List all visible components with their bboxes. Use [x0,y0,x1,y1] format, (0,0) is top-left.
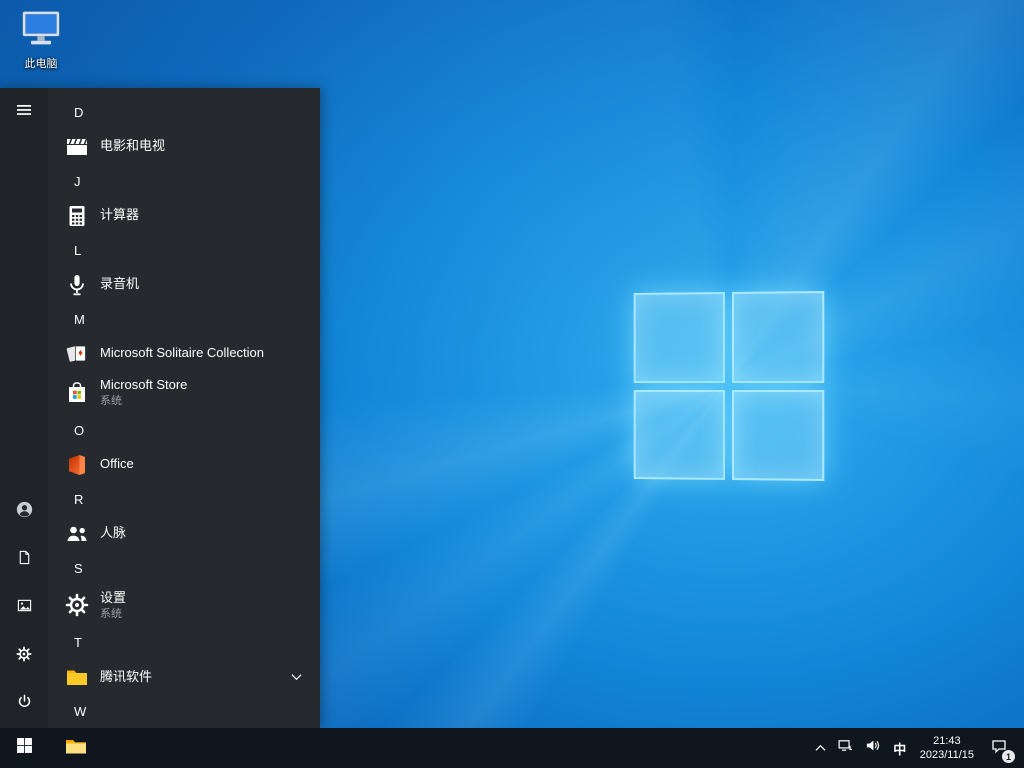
app-item-tencent-folder[interactable]: 腾讯软件 [48,659,320,695]
tray-overflow-button[interactable] [809,728,832,768]
app-label: Microsoft Solitaire Collection [100,345,265,361]
app-label: 计算器 [100,207,140,223]
app-label: 设置 [100,589,127,605]
clock-date: 2023/11/15 [919,749,974,761]
network-button[interactable] [832,728,859,768]
app-sublabel: 系统 [100,607,122,620]
desktop: 此电脑 D 电影和电视 J 计算器 L 录音机 M Microsoft Soli… [0,0,1024,768]
app-group-letter-t[interactable]: T [48,627,320,660]
file-explorer-button[interactable] [54,728,98,768]
start-button[interactable] [0,728,48,768]
app-label: 人脉 [100,525,127,541]
solitaire-icon [64,341,90,367]
app-label: Office [100,456,134,472]
app-group-letter-d[interactable]: D [48,96,320,129]
taskbar: 中 21:43 2023/11/15 1 [0,728,1024,768]
app-item-calculator[interactable]: 计算器 [48,198,320,234]
app-item-movies-tv[interactable]: 电影和电视 [48,129,320,165]
chevron-up-icon [815,739,826,757]
logo-pane [633,389,725,480]
hamburger-icon [16,102,32,123]
account-icon [16,501,33,523]
notification-badge: 1 [1002,750,1015,763]
rail-bottom-group [0,488,48,728]
folder-icon [64,664,90,690]
system-tray: 中 21:43 2023/11/15 1 [809,728,1024,768]
desktop-icon-label: 此电脑 [24,58,58,70]
clock-time: 21:43 [933,735,961,747]
app-item-people[interactable]: 人脉 [48,515,320,551]
app-group-letter-w[interactable]: W [48,696,320,728]
start-menu-app-list: D 电影和电视 J 计算器 L 录音机 M Microsoft Solitair… [48,88,320,728]
app-label: 录音机 [100,276,140,292]
app-group-letter-m[interactable]: M [48,303,320,336]
app-sublabel: 系统 [100,395,122,408]
action-center-button[interactable]: 1 [980,728,1018,768]
documents-icon [17,550,32,570]
app-group-letter-s[interactable]: S [48,552,320,585]
app-item-solitaire[interactable]: Microsoft Solitaire Collection [48,335,320,371]
settings-gear-icon [16,645,32,667]
app-group-letter-r[interactable]: R [48,483,320,516]
app-item-voice-recorder[interactable]: 录音机 [48,266,320,302]
windows-wallpaper-logo [633,290,825,482]
office-icon [64,452,90,478]
chevron-down-icon[interactable] [291,673,302,681]
store-icon [64,380,90,406]
file-explorer-icon [64,734,88,763]
network-icon [838,738,853,758]
app-group-letter-o[interactable]: O [48,414,320,447]
logo-pane [731,389,825,482]
people-icon [64,521,90,547]
logo-pane [731,290,825,383]
start-menu-rail [0,88,48,728]
ime-indicator[interactable]: 中 [886,728,914,768]
documents-button[interactable] [0,536,48,584]
taskbar-clock[interactable]: 21:43 2023/11/15 [914,728,980,768]
power-icon [17,694,32,714]
app-item-microsoft-store[interactable]: Microsoft Store 系统 [48,372,320,414]
voice-recorder-icon [64,272,90,298]
movies-tv-icon [64,134,90,160]
expand-menu-button[interactable] [0,88,48,136]
power-button[interactable] [0,680,48,728]
app-item-settings[interactable]: 设置 系统 [48,584,320,626]
calculator-icon [64,203,90,229]
app-group-letter-l[interactable]: L [48,234,320,267]
this-pc-icon [19,8,63,53]
app-item-office[interactable]: Office [48,447,320,483]
app-label: 电影和电视 [100,138,166,154]
account-button[interactable] [0,488,48,536]
settings-app-gear-icon [64,592,90,618]
logo-pane [633,292,725,383]
pictures-icon [17,598,32,618]
volume-icon [865,738,880,758]
desktop-icon-this-pc[interactable]: 此电脑 [10,8,72,71]
app-group-letter-j[interactable]: J [48,165,320,198]
volume-button[interactable] [859,728,886,768]
app-label: 腾讯软件 [100,668,153,684]
settings-button[interactable] [0,632,48,680]
start-menu: D 电影和电视 J 计算器 L 录音机 M Microsoft Solitair… [0,88,320,728]
pictures-button[interactable] [0,584,48,632]
app-label: Microsoft Store [100,377,188,393]
windows-start-icon [16,737,33,759]
